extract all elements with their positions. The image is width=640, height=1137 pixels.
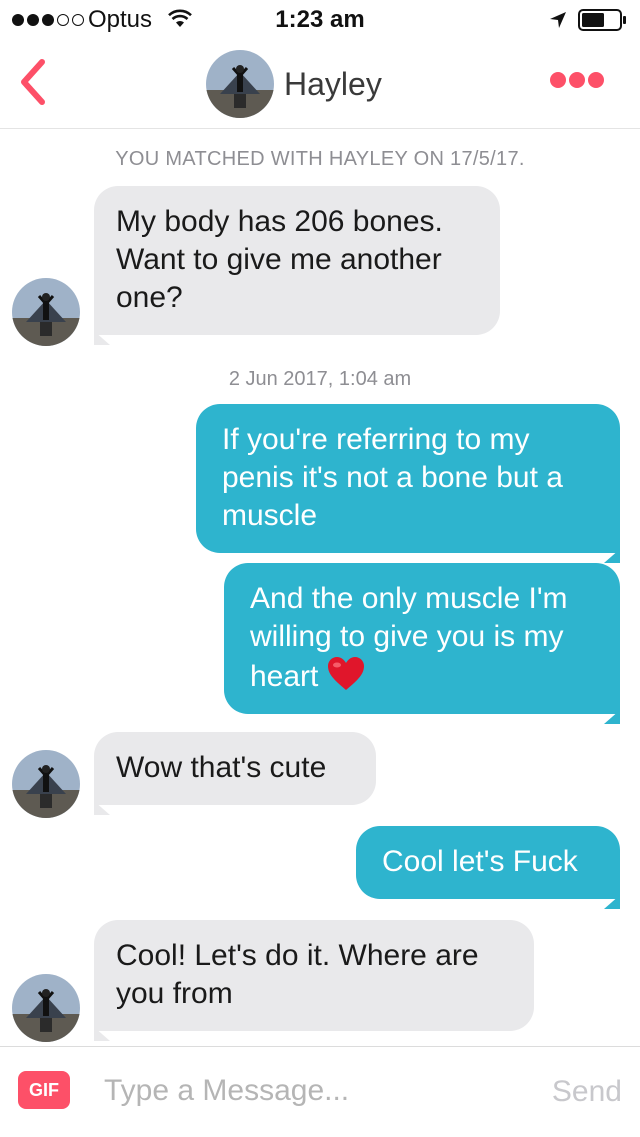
red-heart-icon (328, 657, 365, 690)
more-dots-icon[interactable] (550, 72, 604, 88)
sender-avatar[interactable] (12, 278, 80, 346)
sender-avatar[interactable] (12, 974, 80, 1042)
location-arrow-icon (550, 12, 566, 28)
status-bar: Optus 1:23 am (0, 0, 640, 40)
battery-icon (578, 9, 626, 31)
sender-avatar[interactable] (12, 750, 80, 818)
message-input[interactable] (104, 1069, 524, 1113)
clock: 1:23 am (275, 6, 365, 33)
message-composer: GIF Send (0, 1046, 640, 1137)
message-text: Wow that's cute (116, 751, 327, 784)
incoming-message[interactable]: My body has 206 bones. Want to give me a… (94, 186, 500, 345)
chat-header: Hayley (0, 40, 640, 129)
message-timestamp: 2 Jun 2017, 1:04 am (228, 368, 412, 390)
message-text: Cool! Let's do it. Where are you from (116, 939, 479, 1010)
chevron-left-icon[interactable] (16, 58, 50, 106)
incoming-message[interactable]: Cool! Let's do it. Where are you from (94, 920, 534, 1041)
incoming-message[interactable]: Wow that's cute (94, 732, 376, 815)
message-text: And the only muscle I'm willing to give … (250, 582, 568, 693)
contact-name[interactable]: Hayley (284, 66, 382, 103)
message-text: Cool let's Fuck (382, 845, 578, 878)
outgoing-message[interactable]: If you're referring to my penis it's not… (196, 404, 620, 563)
send-button[interactable]: Send (552, 1075, 622, 1109)
outgoing-message[interactable]: Cool let's Fuck (356, 826, 620, 909)
match-note: YOU MATCHED WITH HAYLEY ON 17/5/17. (115, 148, 525, 170)
message-text: If you're referring to my penis it's not… (222, 423, 563, 532)
outgoing-message[interactable]: And the only muscle I'm willing to give … (224, 563, 620, 724)
message-text: My body has 206 bones. Want to give me a… (116, 205, 443, 314)
header-avatar[interactable] (206, 50, 274, 118)
gif-button[interactable]: GIF (18, 1071, 70, 1109)
